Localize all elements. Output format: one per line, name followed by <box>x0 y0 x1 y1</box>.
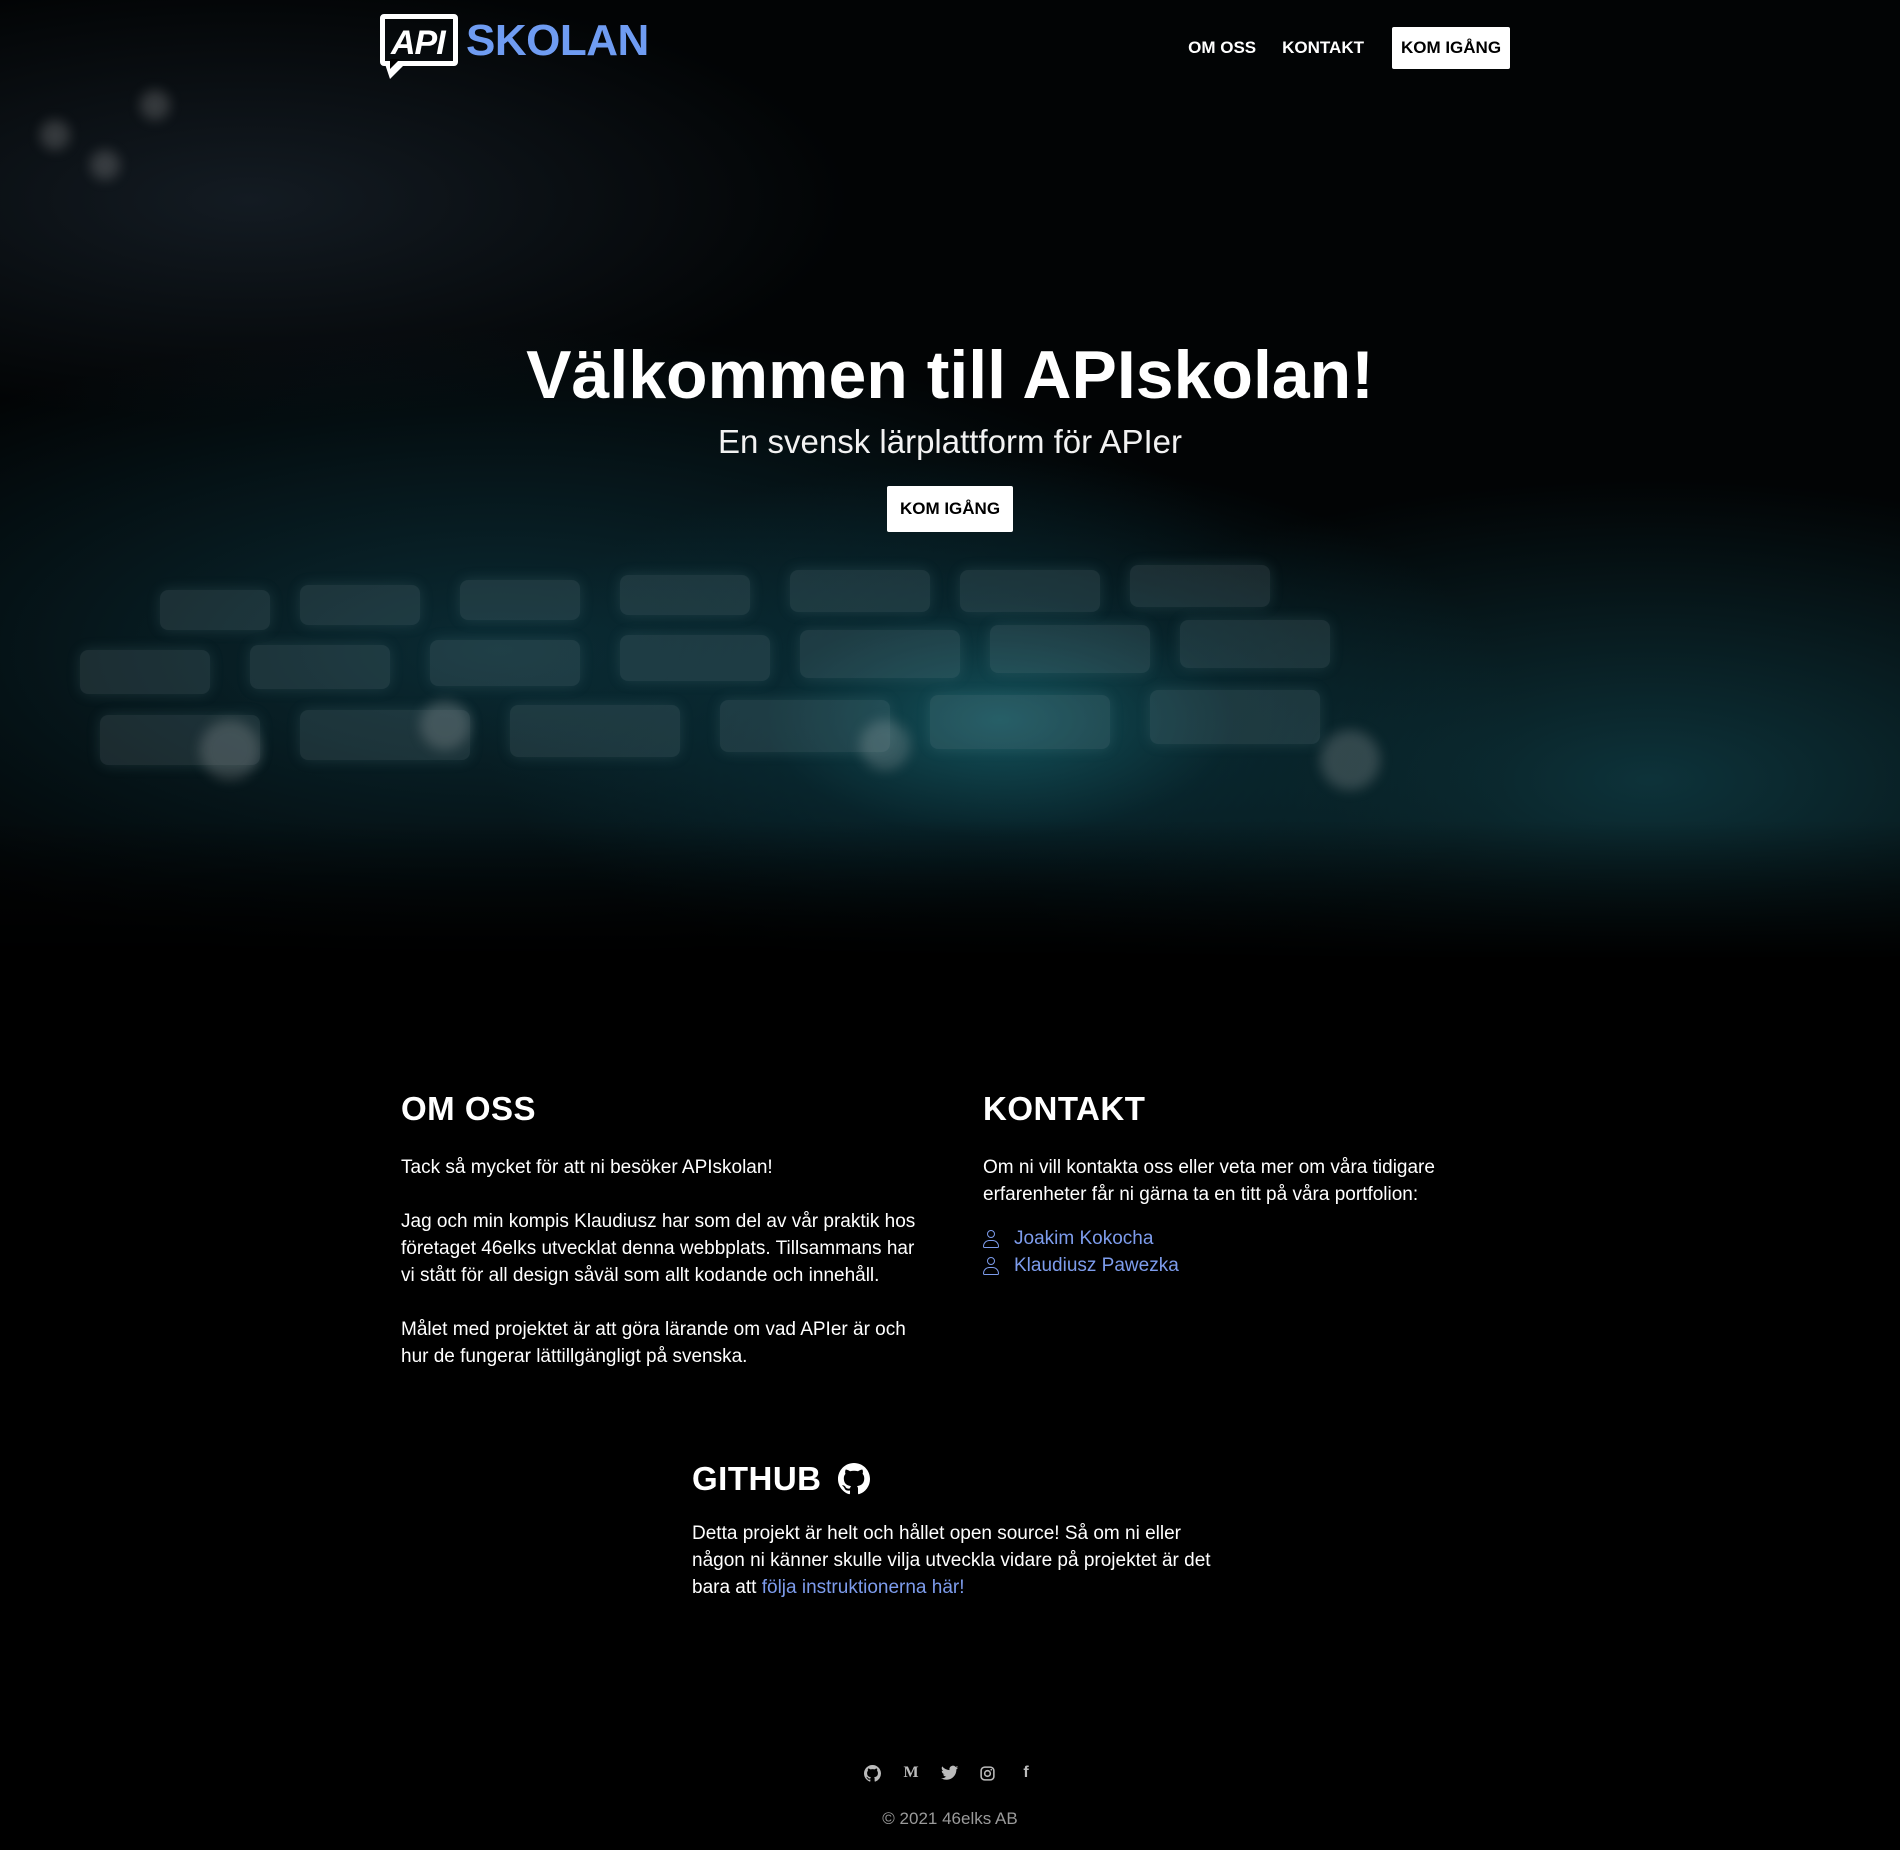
contact-title: KONTAKT <box>983 1090 1146 1127</box>
hero-section <box>0 0 1900 960</box>
github-section: GITHUB Detta projekt är helt och hållet … <box>692 1460 1212 1601</box>
facebook-icon[interactable]: f <box>1016 1763 1036 1783</box>
medium-icon[interactable]: M <box>901 1763 921 1783</box>
github-icon[interactable] <box>864 1765 881 1782</box>
github-title: GITHUB <box>692 1460 822 1497</box>
hero-cta-button[interactable]: KOM IGÅNG <box>887 486 1013 532</box>
user-icon <box>983 1229 999 1248</box>
logo-skolan-text: SKOLAN <box>466 16 649 65</box>
footer-copyright: © 2021 46elks AB <box>882 1809 1018 1828</box>
nav-cta-button[interactable]: KOM IGÅNG <box>1392 27 1510 69</box>
github-icon <box>837 1463 870 1495</box>
contact-list: Joakim Kokocha Klaudiusz Pawezka <box>983 1225 1503 1279</box>
contact-name: Klaudiusz Pawezka <box>1014 1254 1179 1276</box>
github-text: Detta projekt är helt och hållet open so… <box>692 1523 1211 1598</box>
contact-link-klaudiusz[interactable]: Klaudiusz Pawezka <box>983 1252 1503 1279</box>
about-paragraph: Jag och min kompis Klaudiusz har som del… <box>401 1211 916 1286</box>
user-icon <box>983 1256 999 1275</box>
hero-title: Välkommen till APIskolan! <box>526 337 1374 413</box>
social-links: M f <box>0 1763 1900 1783</box>
nav-link-kontakt[interactable]: KONTAKT <box>1282 38 1364 58</box>
contact-section: KONTAKT Om ni vill kontakta oss eller ve… <box>983 1090 1503 1279</box>
contact-name: Joakim Kokocha <box>1014 1227 1154 1249</box>
github-instructions-link[interactable]: följa instruktionerna här! <box>762 1577 965 1598</box>
about-section: OM OSS Tack så mycket för att ni besöker… <box>401 1090 931 1397</box>
site-logo[interactable]: API SKOLAN <box>380 14 649 80</box>
about-title: OM OSS <box>401 1090 537 1127</box>
about-paragraph: Målet med projektet är att göra lärande … <box>401 1319 906 1367</box>
top-nav: OM OSS KONTAKT KOM IGÅNG <box>1188 27 1510 69</box>
contact-text: Om ni vill kontakta oss eller veta mer o… <box>983 1157 1435 1205</box>
hero-background-image <box>0 0 1900 960</box>
instagram-icon[interactable] <box>979 1765 996 1782</box>
contact-link-joakim[interactable]: Joakim Kokocha <box>983 1225 1503 1252</box>
logo-api-text: API <box>391 24 446 62</box>
hero-subtitle: En svensk lärplattform för APIer <box>717 423 1182 460</box>
twitter-icon[interactable] <box>941 1764 959 1782</box>
nav-link-om-oss[interactable]: OM OSS <box>1188 38 1256 58</box>
about-paragraph: Tack så mycket för att ni besöker APIsko… <box>401 1157 773 1178</box>
